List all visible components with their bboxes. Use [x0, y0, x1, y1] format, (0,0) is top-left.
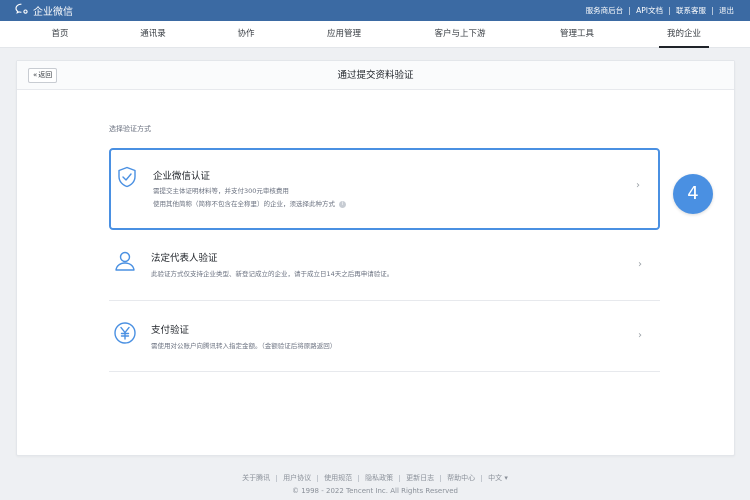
divider [109, 300, 660, 301]
page-title: 通过提交资料验证 [337, 70, 414, 81]
option-payment-verification[interactable]: 支付验证 需使用对公账户向腾讯转入指定金额。（金额验证后将原路返回） › [109, 305, 660, 371]
step-number-badge: 4 [673, 174, 713, 214]
tab-collaboration[interactable]: 协作 [237, 21, 254, 48]
option-description: 此验证方式仅支持企业类型、新登记成立的企业，请于成立日14天之后再申请验证。 [151, 270, 394, 278]
footer-link-user-agreement[interactable]: 用户协议 [277, 473, 317, 483]
service-provider-link[interactable]: 服务商后台 [580, 5, 630, 16]
option-wecom-certification[interactable]: 企业微信认证 需提交主体证明材料等，并支付300元审核费用 使用其他简称（简称不… [109, 148, 660, 230]
api-docs-link[interactable]: API文档 [630, 5, 669, 16]
divider [109, 371, 660, 372]
chevron-right-icon: › [638, 330, 642, 341]
chevron-right-icon: › [636, 180, 640, 191]
footer-link-usage-rules[interactable]: 使用规范 [318, 473, 358, 483]
section-label: 选择验证方式 [109, 125, 151, 133]
card-header: « 返回 通过提交资料验证 [17, 61, 734, 90]
option-legal-representative[interactable]: 法定代表人验证 此验证方式仅支持企业类型、新登记成立的企业，请于成立日14天之后… [109, 233, 660, 301]
copyright: © 1998 - 2022 Tencent Inc. All Rights Re… [291, 487, 459, 495]
option-description-secondary: 使用其他简称（简称不包含在全称里）的企业，须选择此种方式 i [153, 198, 346, 208]
footer-link-privacy[interactable]: 隐私政策 [359, 473, 399, 483]
contact-support-link[interactable]: 联系客服 [670, 5, 712, 16]
footer-links: 关于腾讯 用户协议 使用规范 隐私政策 更新日志 帮助中心 中文 ▾ [0, 473, 750, 483]
top-links: 服务商后台 API文档 联系客服 退出 [580, 5, 740, 16]
tab-my-enterprise[interactable]: 我的企业 [658, 21, 710, 48]
main-nav: 首页 通讯录 协作 应用管理 客户与上下游 管理工具 我的企业 [0, 21, 750, 48]
tab-home[interactable]: 首页 [51, 21, 68, 48]
tab-customers[interactable]: 客户与上下游 [434, 21, 485, 48]
tab-management-tools[interactable]: 管理工具 [560, 21, 594, 48]
top-bar: 企业微信 服务商后台 API文档 联系客服 退出 [0, 0, 750, 21]
footer-link-changelog[interactable]: 更新日志 [400, 473, 440, 483]
shield-check-icon [115, 165, 139, 189]
option-title: 支付验证 [151, 325, 190, 336]
language-select[interactable]: 中文 ▾ [482, 473, 514, 483]
footer-link-help-center[interactable]: 帮助中心 [441, 473, 481, 483]
chevron-right-icon: › [638, 259, 642, 270]
footer-link-about[interactable]: 关于腾讯 [236, 473, 276, 483]
tab-app-management[interactable]: 应用管理 [327, 21, 361, 48]
option-title: 企业微信认证 [153, 171, 211, 182]
wecom-logo-icon [15, 3, 29, 18]
brand-name: 企业微信 [33, 7, 73, 18]
option-description: 需使用对公账户向腾讯转入指定金额。（金额验证后将原路返回） [151, 342, 337, 350]
verification-card: « 返回 通过提交资料验证 选择验证方式 企业微信认证 需提交主体证明材料等，并… [16, 60, 735, 456]
option-description: 需提交主体证明材料等，并支付300元审核费用 [153, 187, 289, 195]
tab-contacts[interactable]: 通讯录 [140, 21, 166, 48]
yen-icon [113, 321, 137, 345]
info-icon[interactable]: i [339, 200, 346, 208]
option-title: 法定代表人验证 [151, 253, 218, 264]
logout-link[interactable]: 退出 [713, 5, 740, 16]
person-icon [113, 249, 137, 273]
brand[interactable]: 企业微信 [15, 3, 73, 18]
